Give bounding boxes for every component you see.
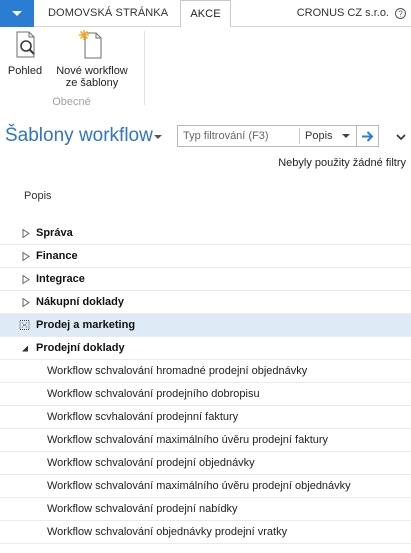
svg-text:?: ? xyxy=(398,10,403,19)
filter-status: Nebyly použity žádné filtry xyxy=(278,157,406,169)
tree-group-row[interactable]: Integrace xyxy=(0,268,411,291)
workflow-template-row[interactable]: Workflow scvhalování prodejnní faktury xyxy=(0,406,411,429)
tab-actions[interactable]: AKCE xyxy=(180,0,231,28)
workflow-template-row[interactable]: Workflow schvalování maximálního úvěru p… xyxy=(0,429,411,452)
new-workflow-label-line1: Nové workflow xyxy=(56,65,128,77)
page-title[interactable]: Šablony workflow xyxy=(5,125,153,147)
view-icon xyxy=(16,31,35,58)
workflow-template-row[interactable]: Workflow schvalování maximálního úvěru p… xyxy=(0,475,411,498)
view-button-label: Pohled xyxy=(7,65,43,77)
company-name[interactable]: CRONUS CZ s.r.o. xyxy=(297,0,389,27)
tree-group-row[interactable]: Nákupní doklady xyxy=(0,291,411,314)
app-menu-button[interactable] xyxy=(0,0,34,27)
workflow-template-label: Workflow schvalování objednávky prodejní… xyxy=(47,526,288,538)
filter-divider xyxy=(299,128,300,144)
expand-triangle-icon[interactable] xyxy=(20,291,32,314)
tree-group-label: Správa xyxy=(36,227,73,239)
workflow-template-row[interactable]: Workflow schvalování prodejní objednávky xyxy=(0,452,411,475)
workflow-template-label: Workflow scvhalování prodejnní faktury xyxy=(47,411,239,423)
view-button[interactable]: Pohled xyxy=(4,29,46,77)
workflow-template-row[interactable]: Workflow schvalování objednávky prodejní… xyxy=(0,521,411,544)
workflow-template-label: Workflow schvalování prodejní objednávky xyxy=(47,457,255,469)
workflow-template-label: Workflow schvalování prodejního dobropis… xyxy=(47,388,260,400)
arrow-right-icon xyxy=(362,131,374,142)
tree-group-row[interactable]: Finance xyxy=(0,245,411,268)
apply-filter-button[interactable] xyxy=(357,125,379,147)
tree-group-label: Prodej a marketing xyxy=(36,319,136,331)
collapse-triangle-icon[interactable] xyxy=(20,337,32,360)
tree-group-label: Integrace xyxy=(36,273,85,285)
tree-group-row-expanded[interactable]: Prodejní doklady xyxy=(0,337,411,360)
title-chevron-down-icon[interactable] xyxy=(154,135,162,139)
filter-field-select[interactable]: Popis xyxy=(302,126,354,146)
new-document-icon xyxy=(79,30,102,59)
dropdown-arrow-icon xyxy=(342,134,350,138)
tab-home[interactable]: DOMOVSKÁ STRÁNKA xyxy=(40,0,176,27)
ribbon-group-separator xyxy=(144,31,145,105)
expand-triangle-icon[interactable] xyxy=(20,268,32,291)
workflow-template-label: Workflow schvalování prodejní nabídky xyxy=(47,503,238,515)
tree-group-row-selected[interactable]: Prodej a marketing xyxy=(0,314,411,337)
chevron-down-icon xyxy=(12,11,22,16)
ribbon: Pohled Nové workflow ze šablony Obecné xyxy=(0,27,411,113)
tree-group-row[interactable]: Správa xyxy=(0,222,411,245)
new-workflow-label-line2: ze šablony xyxy=(65,77,119,89)
expand-triangle-icon[interactable] xyxy=(20,245,32,268)
selection-focus-icon xyxy=(19,320,30,330)
new-workflow-from-template-button[interactable]: Nové workflow ze šablony xyxy=(48,29,136,89)
workflow-template-row[interactable]: Workflow schvalování prodejní nabídky xyxy=(0,498,411,521)
tree-group-label: Prodejní doklady xyxy=(36,342,125,354)
filter-input[interactable] xyxy=(178,126,298,146)
workflow-template-label: Workflow schvalování maximálního úvěru p… xyxy=(47,434,329,446)
ribbon-group-label: Obecné xyxy=(52,96,91,108)
workflow-template-label: Workflow schvalování hromadné prodejní o… xyxy=(47,365,308,377)
tree-group-label: Nákupní doklady xyxy=(36,296,125,308)
collapse-chevron-icon[interactable] xyxy=(395,131,407,143)
expand-triangle-icon[interactable] xyxy=(20,222,32,245)
workflow-template-row[interactable]: Workflow schvalování prodejního dobropis… xyxy=(0,383,411,406)
workflow-template-label: Workflow schvalování maximálního úvěru p… xyxy=(47,480,351,492)
ribbon-tab-bar: DOMOVSKÁ STRÁNKA AKCE CRONUS CZ s.r.o. ? xyxy=(0,0,411,28)
help-icon[interactable]: ? xyxy=(395,8,406,19)
filter-box: Popis xyxy=(177,125,357,147)
filter-field-value: Popis xyxy=(305,130,333,142)
column-header-description[interactable]: Popis xyxy=(24,190,52,202)
tree-group-label: Finance xyxy=(36,250,78,262)
workflow-template-row[interactable]: Workflow schvalování hromadné prodejní o… xyxy=(0,360,411,383)
